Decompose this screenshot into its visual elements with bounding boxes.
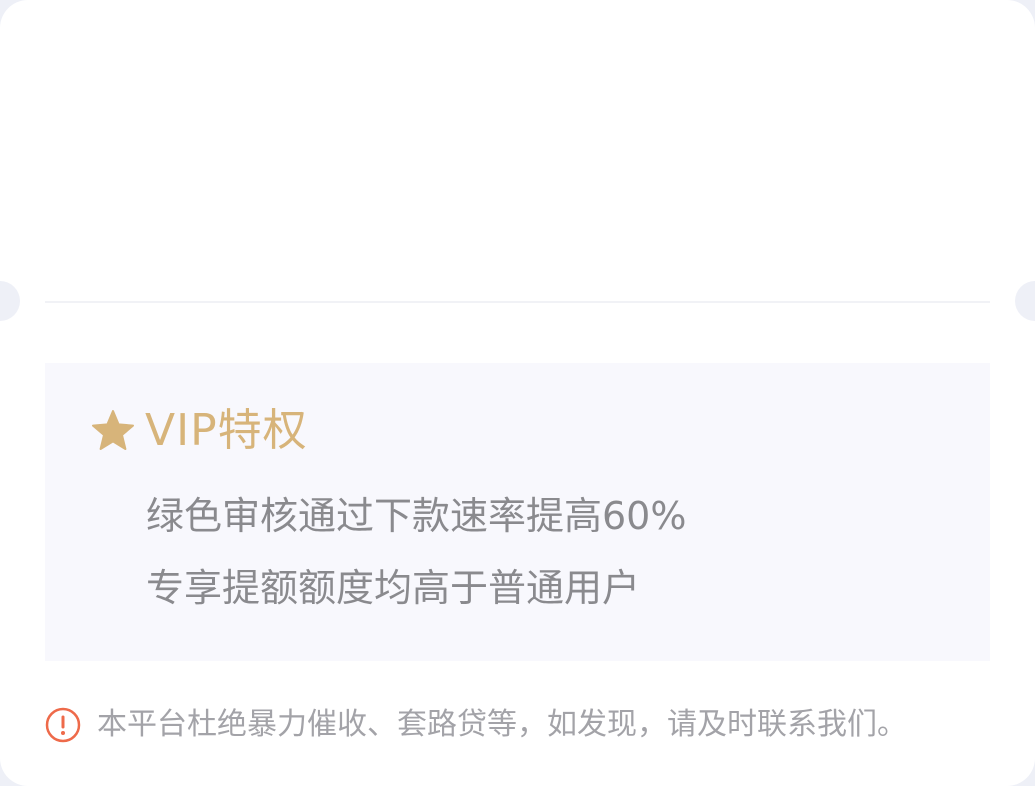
vip-privileges-panel: VIP特权 绿色审核通过下款速率提高60% 专享提额额度均高于普通用户	[45, 363, 990, 661]
vip-benefit-item: 专享提额额度均高于普通用户	[146, 566, 641, 610]
vip-title: VIP特权	[145, 405, 308, 456]
notice-text: 本平台杜绝暴力催收、套路贷等，如发现，请及时联系我们。	[97, 707, 907, 742]
star-icon	[89, 407, 137, 455]
vip-benefit-item: 绿色审核通过下款速率提高60%	[146, 494, 687, 538]
card-notch-right	[1015, 281, 1035, 321]
vip-card: VIP特权 绿色审核通过下款速率提高60% 专享提额额度均高于普通用户 本平台杜…	[0, 0, 1035, 786]
notice-row: 本平台杜绝暴力催收、套路贷等，如发现，请及时联系我们。	[45, 702, 907, 748]
card-notch-left	[0, 281, 20, 321]
card-divider	[45, 301, 990, 303]
vip-title-row: VIP特权	[89, 403, 308, 459]
warning-icon	[45, 707, 81, 743]
